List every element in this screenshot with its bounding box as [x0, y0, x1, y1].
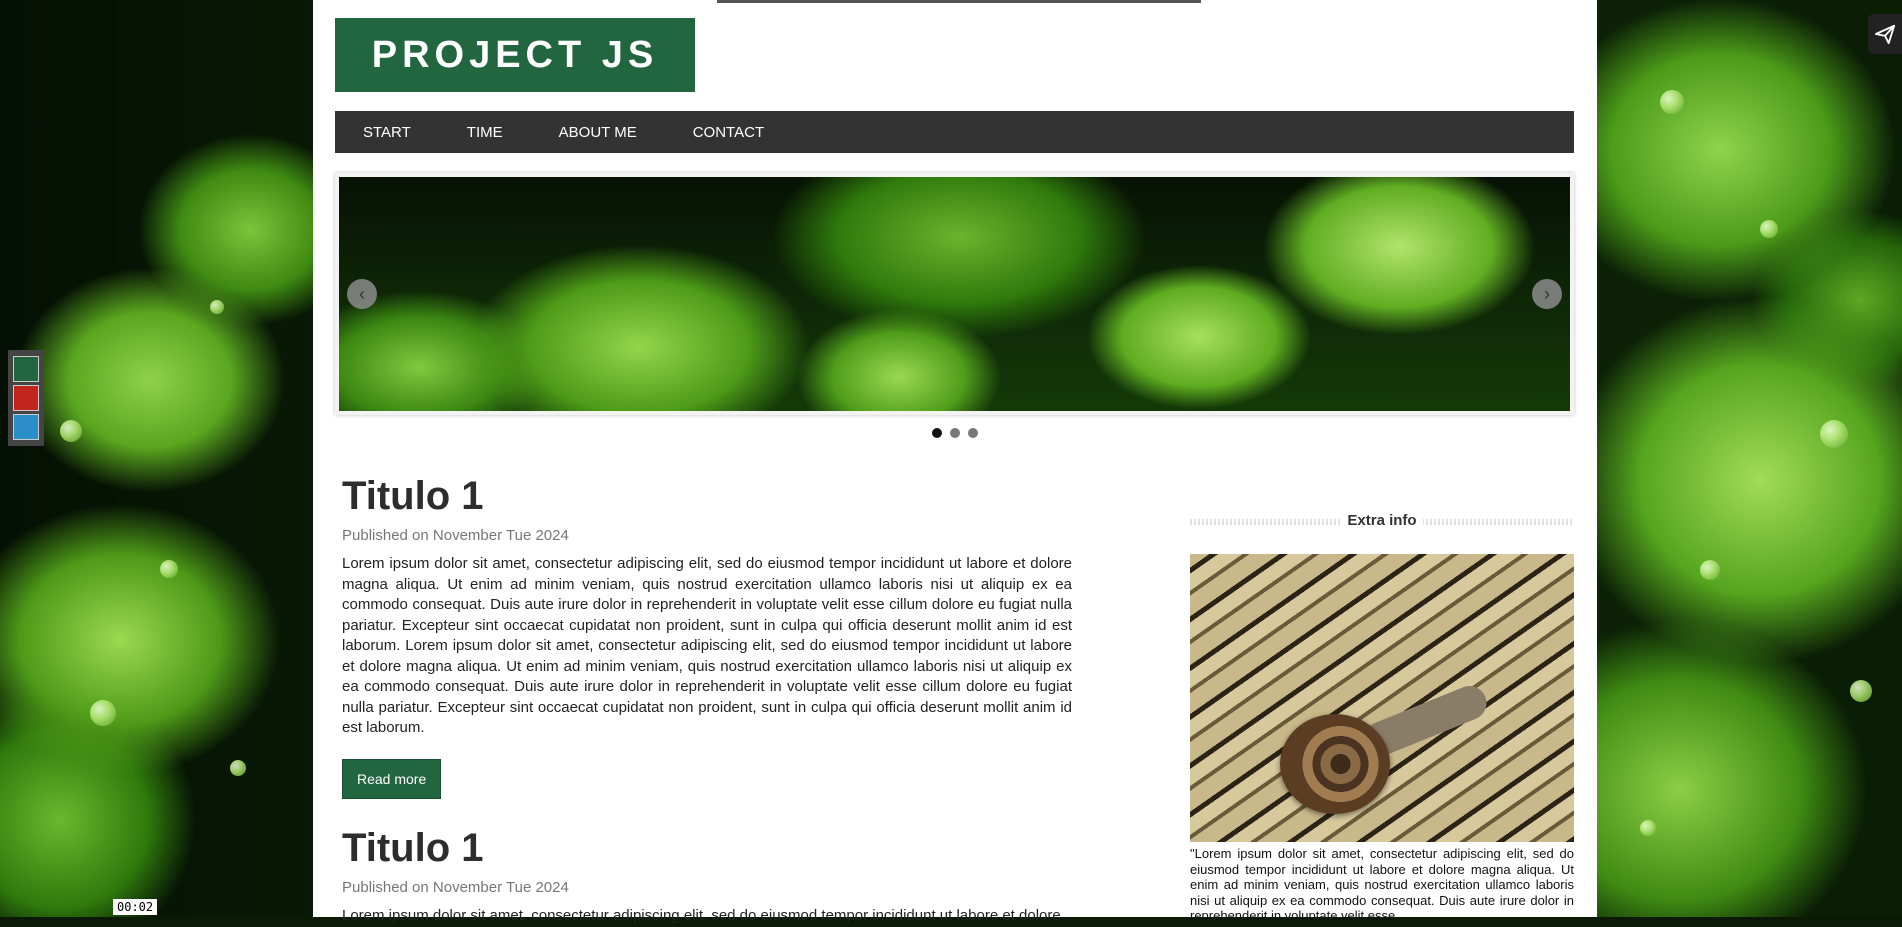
page-container: PROJECT JS START TIME ABOUT ME CONTACT ‹…: [313, 0, 1597, 924]
post-title[interactable]: Titulo 1: [342, 826, 1072, 871]
slider-prev-button[interactable]: ‹: [347, 279, 377, 309]
snail-shell: [1280, 714, 1390, 814]
nav-item-contact[interactable]: CONTACT: [665, 124, 792, 141]
sidebar-heading-text: Extra info: [1341, 512, 1423, 529]
nav-item-start[interactable]: START: [335, 124, 439, 141]
theme-swatch-green[interactable]: [13, 355, 39, 382]
site-logo[interactable]: PROJECT JS: [335, 18, 695, 92]
color-theme-switcher: [8, 350, 44, 446]
slider-dot-1[interactable]: [932, 428, 942, 438]
sidebar-extra-info: Extra info "Lorem ipsum dolor sit amet, …: [1190, 510, 1574, 924]
post-meta: Published on November Tue 2024: [342, 527, 569, 544]
post-title[interactable]: Titulo 1: [342, 474, 1072, 519]
slider-dot-3[interactable]: [968, 428, 978, 438]
slider-pagination: [313, 428, 1597, 438]
sidebar-heading: Extra info: [1190, 510, 1574, 534]
post-meta: Published on November Tue 2024: [342, 879, 569, 896]
theme-swatch-red[interactable]: [13, 384, 39, 411]
slide-image: [339, 177, 1570, 411]
video-timer: 00:02: [113, 899, 158, 915]
share-icon: [1874, 24, 1896, 45]
sidebar-text: "Lorem ipsum dolor sit amet, consectetur…: [1190, 846, 1574, 923]
top-bar: [717, 0, 1201, 3]
nav-item-time[interactable]: TIME: [439, 124, 531, 141]
chevron-right-icon: ›: [1544, 283, 1550, 304]
share-button[interactable]: [1868, 14, 1902, 54]
main-nav: START TIME ABOUT ME CONTACT: [335, 111, 1574, 153]
post-body: Lorem ipsum dolor sit amet, consectetur …: [342, 907, 1061, 924]
post-article: Titulo 1 Published on November Tue 2024 …: [342, 826, 1072, 927]
slider-dot-2[interactable]: [950, 428, 960, 438]
theme-swatch-blue[interactable]: [13, 414, 39, 441]
slider-next-button[interactable]: ›: [1532, 279, 1562, 309]
post-body: Lorem ipsum dolor sit amet, consectetur …: [342, 555, 1072, 736]
read-more-button[interactable]: Read more: [342, 758, 442, 799]
image-slider: ‹ ›: [335, 173, 1574, 415]
snail-image: [1190, 554, 1574, 842]
nav-item-about-me[interactable]: ABOUT ME: [531, 124, 665, 141]
chevron-left-icon: ‹: [359, 283, 365, 304]
post-article: Titulo 1 Published on November Tue 2024 …: [342, 474, 1072, 799]
